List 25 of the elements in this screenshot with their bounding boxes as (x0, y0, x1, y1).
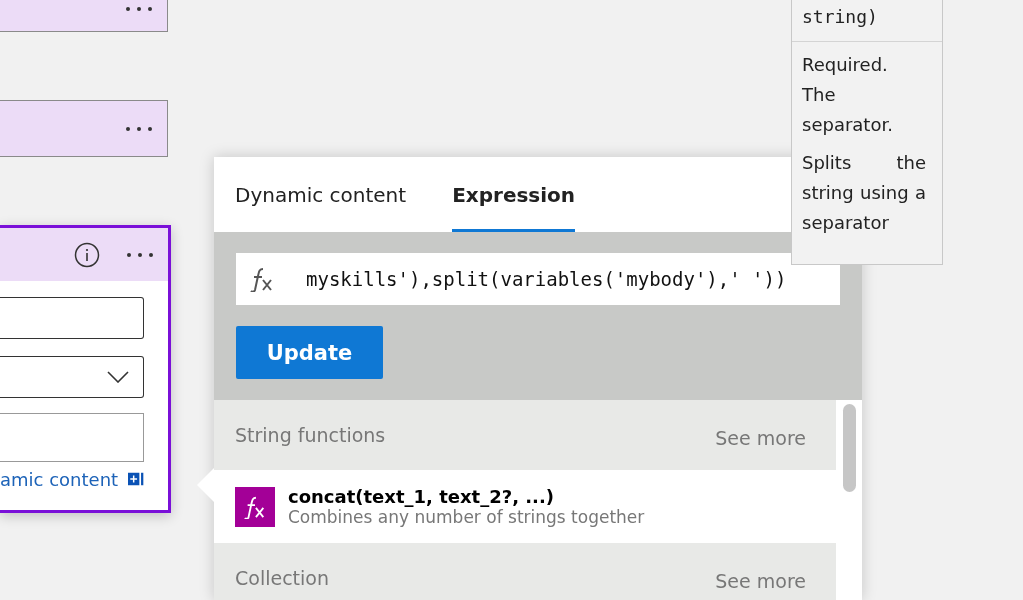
function-icon (235, 486, 275, 527)
tooltip-text: Required. The separator. (802, 53, 894, 137)
dropdown-field[interactable] (0, 356, 144, 398)
chevron-down-icon (107, 371, 129, 383)
scrollbar-thumb[interactable] (842, 404, 856, 492)
more-icon[interactable] (126, 251, 154, 258)
signature-text: string) (792, 0, 942, 42)
see-more-link[interactable]: See more (715, 569, 806, 592)
tooltip-text: Splits the string using a separator (802, 151, 926, 235)
section-title: Collection (235, 567, 329, 589)
expression-field[interactable]: myskills'),split(variables('mybody'),' ')) (236, 253, 840, 305)
function-icon (249, 266, 275, 292)
update-button[interactable]: Update (236, 326, 383, 379)
input-field[interactable] (0, 413, 144, 462)
more-icon[interactable] (125, 6, 153, 12)
see-more-link[interactable]: See more (715, 426, 806, 449)
more-icon[interactable] (125, 125, 153, 132)
add-dynamic-content-link[interactable]: amic content (0, 468, 119, 490)
section-title: String functions (235, 424, 386, 446)
input-field[interactable] (0, 297, 144, 339)
function-name: concat(text_1, text_2?, ...) (288, 486, 555, 507)
info-icon[interactable] (74, 241, 100, 268)
tab[interactable]: Dynamic content (235, 157, 407, 232)
action-card[interactable]: amic content (0, 225, 171, 513)
function-description: Combines any number of strings together (288, 507, 645, 527)
